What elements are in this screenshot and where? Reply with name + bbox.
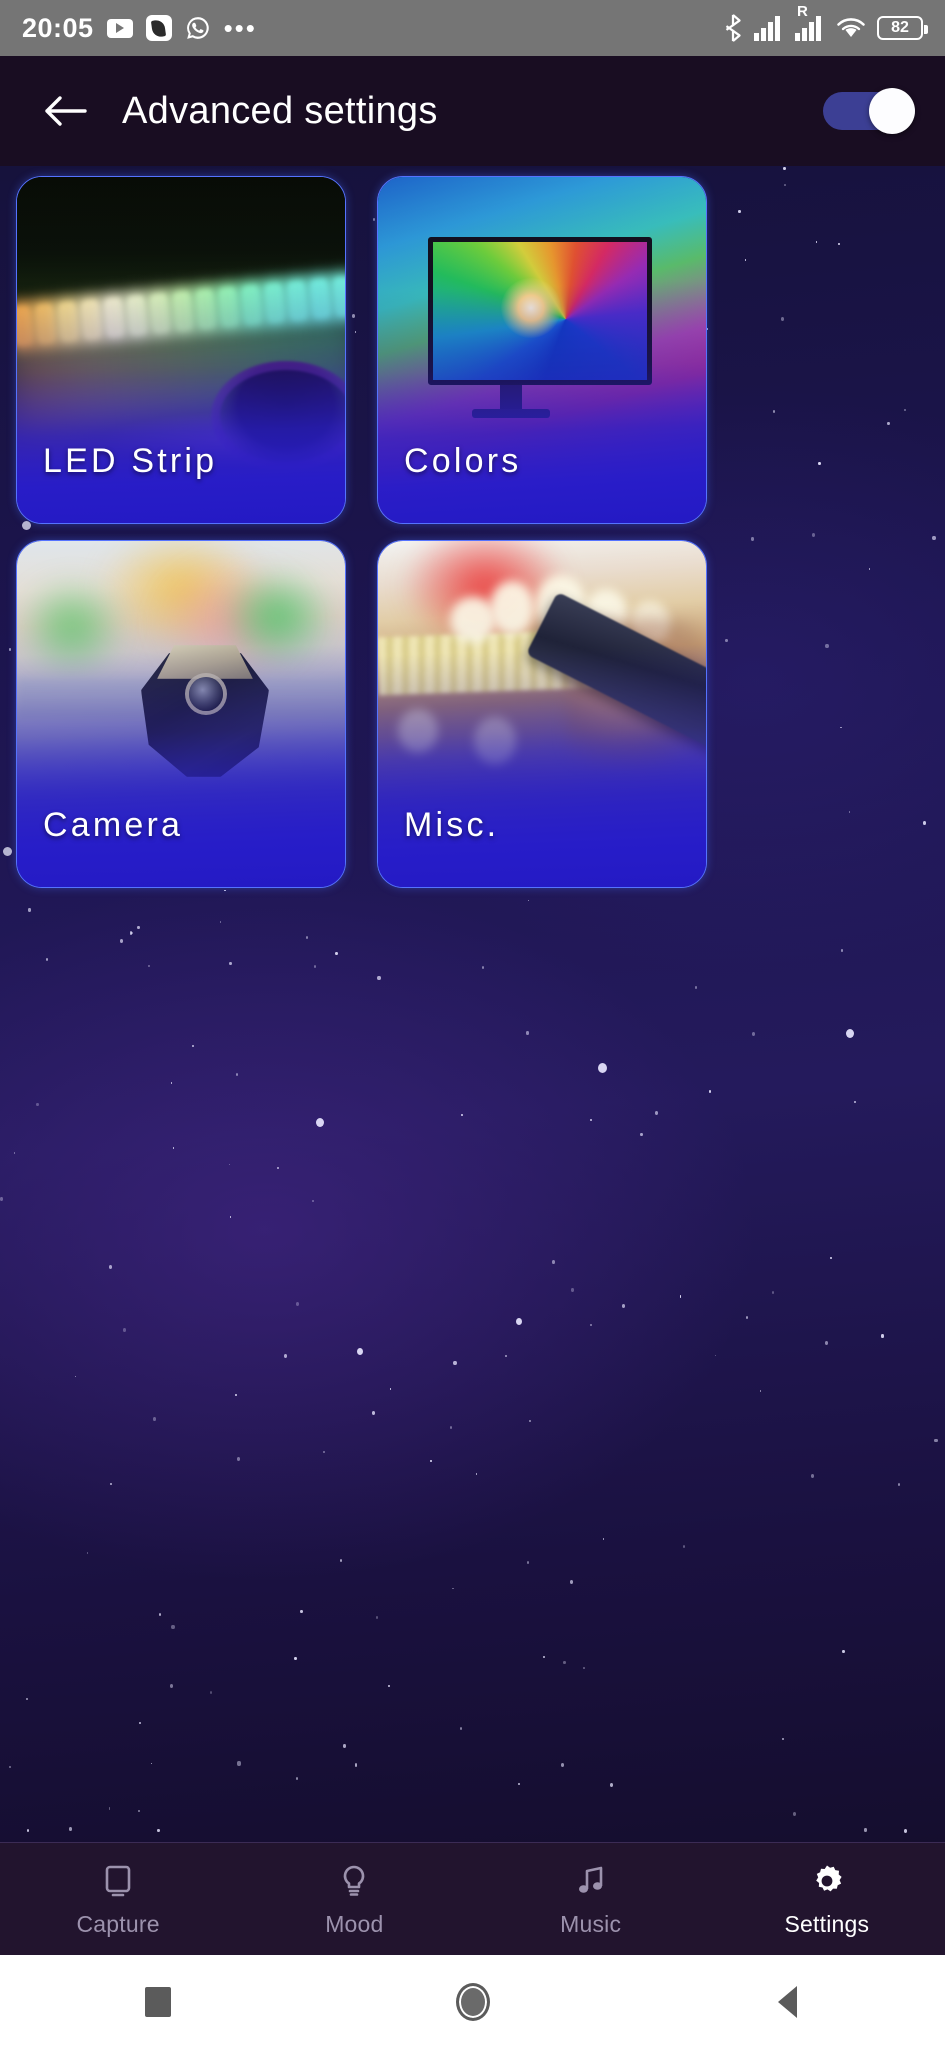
nav-item-capture[interactable]: Capture: [0, 1843, 236, 1955]
android-recents-button[interactable]: [0, 1986, 315, 2017]
monitor-icon: [98, 1861, 138, 1901]
youtube-icon: [106, 18, 133, 38]
roaming-label: R: [797, 3, 808, 20]
android-home-button[interactable]: [315, 1982, 630, 2021]
card-label-colors: Colors: [404, 442, 522, 480]
nav-label-mood: Mood: [325, 1910, 384, 1937]
cellular-signal-icon: [754, 15, 784, 41]
card-colors[interactable]: Colors: [377, 176, 707, 524]
status-clock: 20:05: [22, 12, 94, 43]
card-label-camera: Camera: [43, 806, 184, 844]
scroll-indicator-dot: [22, 521, 31, 530]
app-header: Advanced settings: [0, 56, 945, 166]
whatsapp-icon: [185, 15, 211, 41]
toggle-knob: [869, 88, 915, 134]
nav-item-settings[interactable]: Settings: [709, 1843, 945, 1955]
nav-label-music: Music: [560, 1910, 622, 1937]
music-note-icon: [571, 1861, 611, 1901]
gear-icon: [807, 1861, 847, 1901]
android-back-button[interactable]: [630, 1985, 945, 2018]
wifi-icon: [836, 16, 866, 40]
triangle-left-icon: [778, 1985, 797, 2018]
lightbulb-icon: [334, 1861, 374, 1901]
status-bar-right: R 82: [723, 3, 928, 42]
square-icon: [144, 1986, 171, 2017]
card-label-misc: Misc.: [404, 806, 500, 844]
roaming-signal-icon: R: [795, 3, 825, 41]
circle-icon: [455, 1982, 490, 2021]
back-button[interactable]: [30, 76, 100, 146]
card-misc[interactable]: Misc.: [377, 540, 707, 888]
app-badge-icon: [145, 15, 172, 41]
nav-item-mood[interactable]: Mood: [236, 1843, 472, 1955]
arrow-left-icon: [45, 96, 87, 126]
nav-item-music[interactable]: Music: [473, 1843, 709, 1955]
settings-card-grid: LED Strip Colors Camera Misc.: [16, 176, 929, 888]
battery-level: 82: [891, 19, 909, 36]
phone-screen: 20:05 ••• R 82 Advanced settings LED Str…: [0, 0, 945, 2048]
overflow-dots-icon: •••: [223, 13, 257, 43]
android-navigation-bar: [0, 1955, 945, 2048]
scroll-indicator-dot: [3, 847, 12, 856]
card-camera[interactable]: Camera: [16, 540, 346, 888]
battery-icon: 82: [877, 16, 928, 40]
bluetooth-icon: [723, 14, 743, 42]
page-title: Advanced settings: [122, 89, 438, 132]
advanced-settings-toggle[interactable]: [823, 88, 915, 134]
card-led-strip[interactable]: LED Strip: [16, 176, 346, 524]
card-label-led-strip: LED Strip: [43, 442, 218, 480]
status-bar: 20:05 ••• R 82: [0, 0, 945, 56]
nav-label-settings: Settings: [784, 1910, 870, 1937]
bottom-navigation-bar: Capture Mood Music Settings: [0, 1842, 945, 1955]
status-bar-left: 20:05 •••: [22, 13, 257, 44]
nav-label-capture: Capture: [76, 1910, 160, 1937]
